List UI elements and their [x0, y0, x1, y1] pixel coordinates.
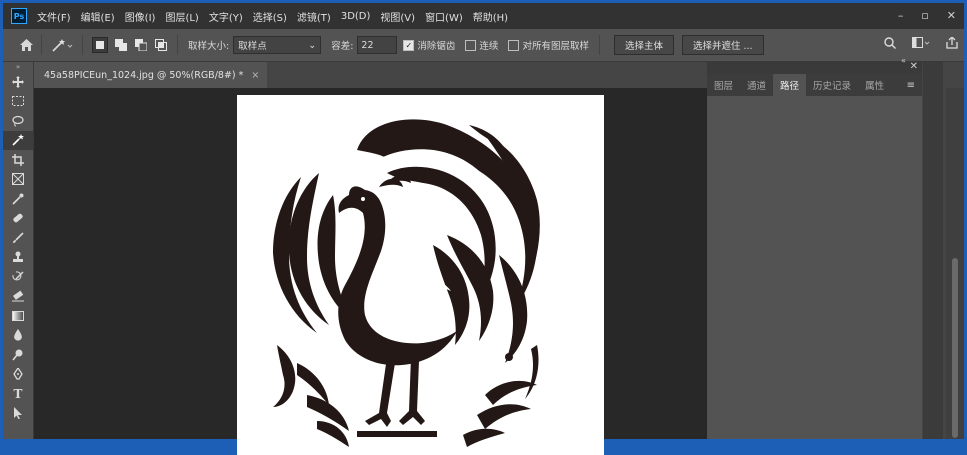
document-tab-bar: 45a58PICEun_1024.jpg @ 50%(RGB/8#) * × — [34, 62, 707, 88]
right-panel-dock: « ✕ 图层 通道 路径 历史记录 属性 ≡ — [707, 56, 964, 439]
select-subject-button[interactable]: 选择主体 — [613, 35, 674, 55]
document-canvas[interactable] — [237, 95, 604, 455]
menu-view[interactable]: 视图(V) — [380, 9, 415, 24]
panel-header-strip: « ✕ — [707, 56, 922, 74]
move-tool-icon[interactable] — [3, 72, 33, 92]
blur-tool-icon[interactable] — [3, 326, 33, 346]
panel-menu-icon[interactable]: ≡ — [907, 80, 915, 91]
menu-type[interactable]: 文字(Y) — [209, 9, 243, 24]
tolerance-input[interactable]: 22 — [357, 36, 398, 54]
divider — [177, 35, 178, 55]
tab-properties[interactable]: 属性 — [858, 74, 891, 96]
intersect-selection-icon[interactable] — [154, 38, 168, 52]
phoenix-artwork — [273, 119, 540, 447]
canvas-area[interactable] — [34, 88, 707, 455]
gradient-tool-icon[interactable] — [3, 306, 33, 326]
eraser-tool-icon[interactable] — [3, 287, 33, 307]
photoshop-window: Ps 文件(F) 编辑(E) 图像(I) 图层(L) 文字(Y) 选择(S) 滤… — [3, 3, 964, 455]
minimize-icon[interactable]: – — [898, 9, 904, 22]
new-selection-icon[interactable] — [92, 37, 108, 53]
sample-all-layers-checkbox[interactable] — [508, 39, 520, 51]
collapse-panels-icon[interactable]: « — [901, 56, 906, 65]
divider — [82, 35, 83, 55]
home-icon[interactable] — [17, 36, 35, 54]
menu-select[interactable]: 选择(S) — [253, 9, 287, 24]
magic-wand-preset-icon[interactable] — [48, 36, 76, 54]
antialias-label: 消除锯齿 — [417, 41, 456, 52]
paths-panel-body — [707, 96, 922, 439]
sample-all-layers-label: 对所有图层取样 — [522, 41, 589, 52]
expand-toolbar-icon[interactable]: » — [3, 62, 33, 72]
menu-bar: Ps 文件(F) 编辑(E) 图像(I) 图层(L) 文字(Y) 选择(S) 滤… — [3, 3, 964, 29]
restore-icon[interactable]: ▫ — [921, 9, 928, 22]
menu-window[interactable]: 窗口(W) — [425, 9, 463, 24]
frame-tool-icon[interactable] — [3, 170, 33, 190]
share-icon[interactable] — [946, 36, 958, 52]
magic-wand-tool-icon[interactable] — [3, 130, 33, 150]
tools-panel: » T — [3, 62, 34, 439]
close-icon[interactable]: × — [251, 70, 259, 81]
brush-tool-icon[interactable] — [3, 228, 33, 248]
contiguous-checkbox[interactable] — [465, 39, 477, 51]
menu-3d[interactable]: 3D(D) — [341, 11, 371, 22]
history-brush-tool-icon[interactable] — [3, 267, 33, 287]
menu-filter[interactable]: 滤镜(T) — [297, 9, 331, 24]
workspace-icon[interactable] — [912, 37, 930, 52]
panel-tabs: 图层 通道 路径 历史记录 属性 ≡ — [707, 74, 922, 96]
dodge-tool-icon[interactable] — [3, 345, 33, 365]
pen-tool-icon[interactable] — [3, 365, 33, 385]
tolerance-label: 容差: — [331, 41, 354, 52]
scrollbar-thumb[interactable] — [952, 258, 958, 438]
tab-paths[interactable]: 路径 — [773, 74, 807, 96]
close-panel-icon[interactable]: ✕ — [910, 61, 918, 72]
document-tab-title: 45a58PICEun_1024.jpg @ 50%(RGB/8#) * — [44, 69, 244, 81]
sample-size-label: 取样大小: — [188, 41, 230, 52]
tab-history[interactable]: 历史记录 — [806, 74, 858, 96]
menu-help[interactable]: 帮助(H) — [473, 9, 508, 24]
scrollbar[interactable] — [946, 88, 964, 439]
eyedropper-tool-icon[interactable] — [3, 189, 33, 209]
lasso-tool-icon[interactable] — [3, 111, 33, 131]
subtract-from-selection-icon[interactable] — [134, 38, 148, 52]
antialias-checkbox[interactable]: ✓ — [403, 39, 415, 51]
menu-file[interactable]: 文件(F) — [37, 9, 71, 24]
panel-collapse-strip — [923, 62, 943, 439]
document-tab[interactable]: 45a58PICEun_1024.jpg @ 50%(RGB/8#) * × — [34, 62, 268, 88]
menu-image[interactable]: 图像(I) — [125, 9, 156, 24]
search-icon[interactable] — [884, 37, 896, 52]
divider — [41, 35, 42, 55]
menu-edit[interactable]: 编辑(E) — [81, 9, 115, 24]
photoshop-logo: Ps — [11, 8, 27, 24]
divider — [598, 35, 600, 55]
options-bar: 取样大小: 取样点 ⌄ 容差: 22 ✓ 消除锯齿 连续 对所有图层取样 选择主… — [3, 29, 964, 62]
marquee-tool-icon[interactable] — [3, 92, 33, 112]
healing-brush-tool-icon[interactable] — [3, 209, 33, 229]
select-and-mask-button[interactable]: 选择并遮住 ... — [681, 35, 764, 55]
crop-tool-icon[interactable] — [3, 150, 33, 170]
sample-size-select[interactable]: 取样点 ⌄ — [233, 36, 322, 54]
tab-layers[interactable]: 图层 — [707, 74, 740, 96]
clone-stamp-tool-icon[interactable] — [3, 248, 33, 268]
sample-size-value: 取样点 — [238, 41, 267, 52]
chevron-down-icon: ⌄ — [308, 39, 317, 51]
add-to-selection-icon[interactable] — [114, 38, 128, 52]
contiguous-label: 连续 — [479, 41, 499, 52]
type-tool-icon[interactable]: T — [3, 384, 33, 404]
path-selection-tool-icon[interactable] — [3, 404, 33, 424]
close-icon[interactable]: ✕ — [947, 9, 956, 22]
menu-layer[interactable]: 图层(L) — [165, 9, 198, 24]
tab-channels[interactable]: 通道 — [740, 74, 773, 96]
